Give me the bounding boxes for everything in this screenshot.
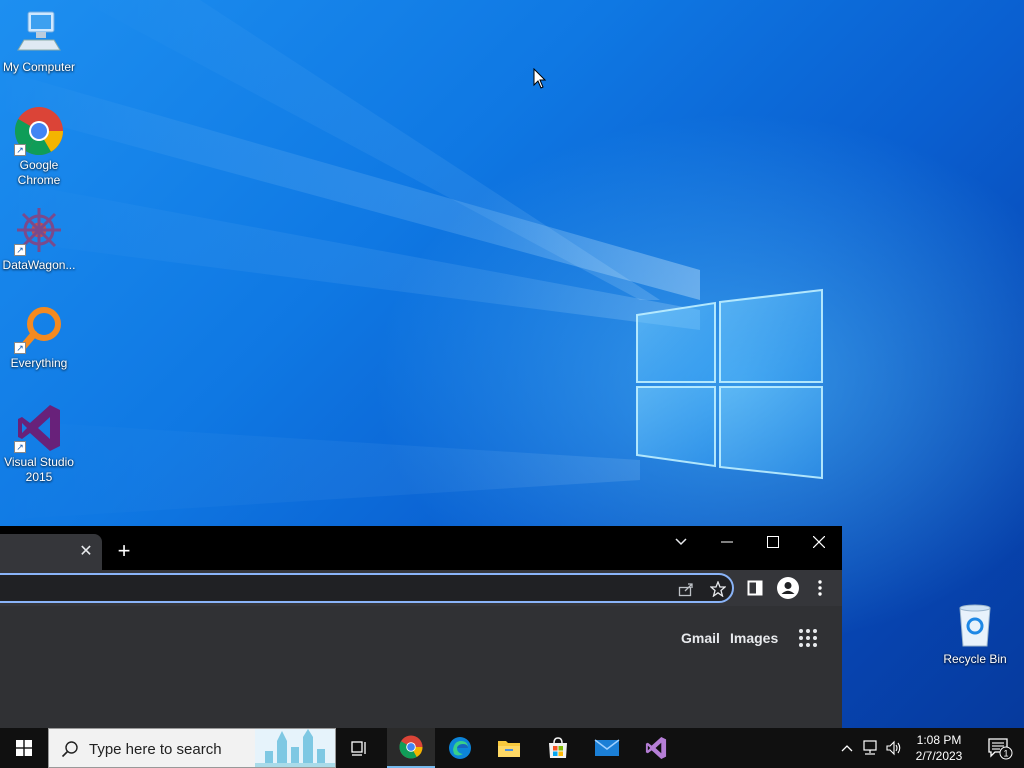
taskbar-edge-button[interactable] <box>436 728 484 768</box>
recycle-bin-icon <box>950 600 1000 650</box>
bookmark-star-button[interactable] <box>708 579 728 599</box>
shortcut-arrow-icon: ↗ <box>14 144 26 156</box>
desktop-icon-label: DataWagon... <box>2 258 76 272</box>
visual-studio-icon <box>645 736 667 760</box>
minimize-button[interactable] <box>704 526 750 558</box>
tab-search-button[interactable] <box>658 526 704 558</box>
page-content: Gmail Images <box>0 606 842 728</box>
show-hidden-icons-button[interactable] <box>836 728 858 768</box>
taskbar-file-explorer-button[interactable] <box>485 728 533 768</box>
desktop-icon-my-computer[interactable]: My Computer <box>0 8 78 75</box>
side-panel-icon <box>747 580 763 596</box>
taskbar-search-box[interactable]: Type here to search <box>48 728 336 768</box>
mail-icon <box>594 739 620 756</box>
chevron-down-icon <box>675 538 687 546</box>
star-icon <box>710 581 726 597</box>
edge-icon <box>449 737 471 759</box>
chevron-up-icon <box>841 745 853 752</box>
store-icon <box>549 737 567 758</box>
new-tab-button[interactable]: + <box>114 540 134 562</box>
side-panel-button[interactable] <box>745 578 765 598</box>
clock-time: 1:08 PM <box>916 733 962 747</box>
notification-count: 1 <box>1003 749 1008 759</box>
taskbar-store-button[interactable] <box>534 728 582 768</box>
gmail-link[interactable]: Gmail <box>681 630 720 646</box>
taskbar-chrome-button[interactable] <box>387 728 435 768</box>
desktop-icon-label: Visual Studio 2015 <box>4 455 74 484</box>
desktop-icon-everything[interactable]: ↗ Everything <box>0 304 78 371</box>
chrome-menu-button[interactable] <box>810 578 830 598</box>
start-button[interactable] <box>0 728 48 768</box>
shortcut-arrow-icon: ↗ <box>14 342 26 354</box>
network-button[interactable] <box>858 728 882 768</box>
chrome-icon: ↗ <box>14 106 64 156</box>
close-window-button[interactable] <box>796 526 842 558</box>
taskbar-mail-button[interactable] <box>583 728 631 768</box>
taskbar-clock[interactable]: 1:08 PM 2/7/2023 <box>904 732 974 764</box>
volume-icon <box>886 740 901 756</box>
desktop-icon-label: My Computer <box>2 60 76 74</box>
chrome-icon <box>399 735 423 759</box>
chrome-window: ✕ + Gmail Images <box>0 526 842 728</box>
file-explorer-icon <box>498 741 520 757</box>
desktop-icon-recycle-bin[interactable]: Recycle Bin <box>936 600 1014 667</box>
apps-grid-icon <box>799 629 817 647</box>
google-homepage: Gmail Images <box>0 606 842 728</box>
windows-start-icon <box>16 740 32 756</box>
browser-tab[interactable]: ✕ <box>0 534 102 570</box>
desktop-icon-visual-studio[interactable]: ↗ Visual Studio 2015 <box>0 403 78 485</box>
mouse-cursor-icon <box>533 68 547 89</box>
network-icon <box>863 740 877 755</box>
task-view-icon <box>351 741 366 756</box>
clock-date: 2/7/2023 <box>915 749 963 763</box>
tab-strip: ✕ + <box>0 526 842 570</box>
desktop-icon-datawagon[interactable]: ↗ DataWagon... <box>0 206 78 273</box>
desktop-icon-label: Google Chrome <box>17 158 61 187</box>
images-link[interactable]: Images <box>730 630 778 646</box>
search-highlight-illustration <box>255 729 335 767</box>
google-apps-button[interactable] <box>798 628 818 648</box>
datawagon-icon: ↗ <box>14 206 64 256</box>
action-center-button[interactable]: 1 <box>980 728 1020 768</box>
more-vertical-icon <box>818 580 822 596</box>
search-placeholder: Type here to search <box>89 741 222 758</box>
desktop-icon-label: Recycle Bin <box>943 652 1007 666</box>
address-bar[interactable] <box>0 573 734 603</box>
address-input[interactable] <box>2 579 602 597</box>
taskbar-visual-studio-button[interactable] <box>632 728 680 768</box>
search-icon <box>61 741 78 758</box>
shortcut-arrow-icon: ↗ <box>14 441 26 453</box>
browser-toolbar <box>0 570 842 606</box>
share-button[interactable] <box>676 579 696 599</box>
tab-close-button[interactable]: ✕ <box>78 544 94 560</box>
desktop-icon-google-chrome[interactable]: ↗ Google Chrome <box>0 106 78 188</box>
close-icon <box>813 536 825 548</box>
notification-icon: 1 <box>988 738 1013 760</box>
volume-button[interactable] <box>882 728 906 768</box>
profile-button[interactable] <box>776 576 800 600</box>
minimize-icon <box>721 541 733 543</box>
windows-logo <box>636 288 823 480</box>
shortcut-arrow-icon: ↗ <box>14 244 26 256</box>
share-icon <box>678 583 693 597</box>
task-view-button[interactable] <box>336 728 384 768</box>
profile-icon <box>777 577 799 599</box>
desktop-icon-label: Everything <box>10 356 68 370</box>
everything-icon: ↗ <box>14 304 64 354</box>
maximize-icon <box>767 536 779 548</box>
visual-studio-icon: ↗ <box>14 403 64 453</box>
taskbar: Type here to search 1:08 PM 2/7/2023 1 <box>0 728 1024 768</box>
computer-icon <box>14 8 64 58</box>
maximize-button[interactable] <box>750 526 796 558</box>
